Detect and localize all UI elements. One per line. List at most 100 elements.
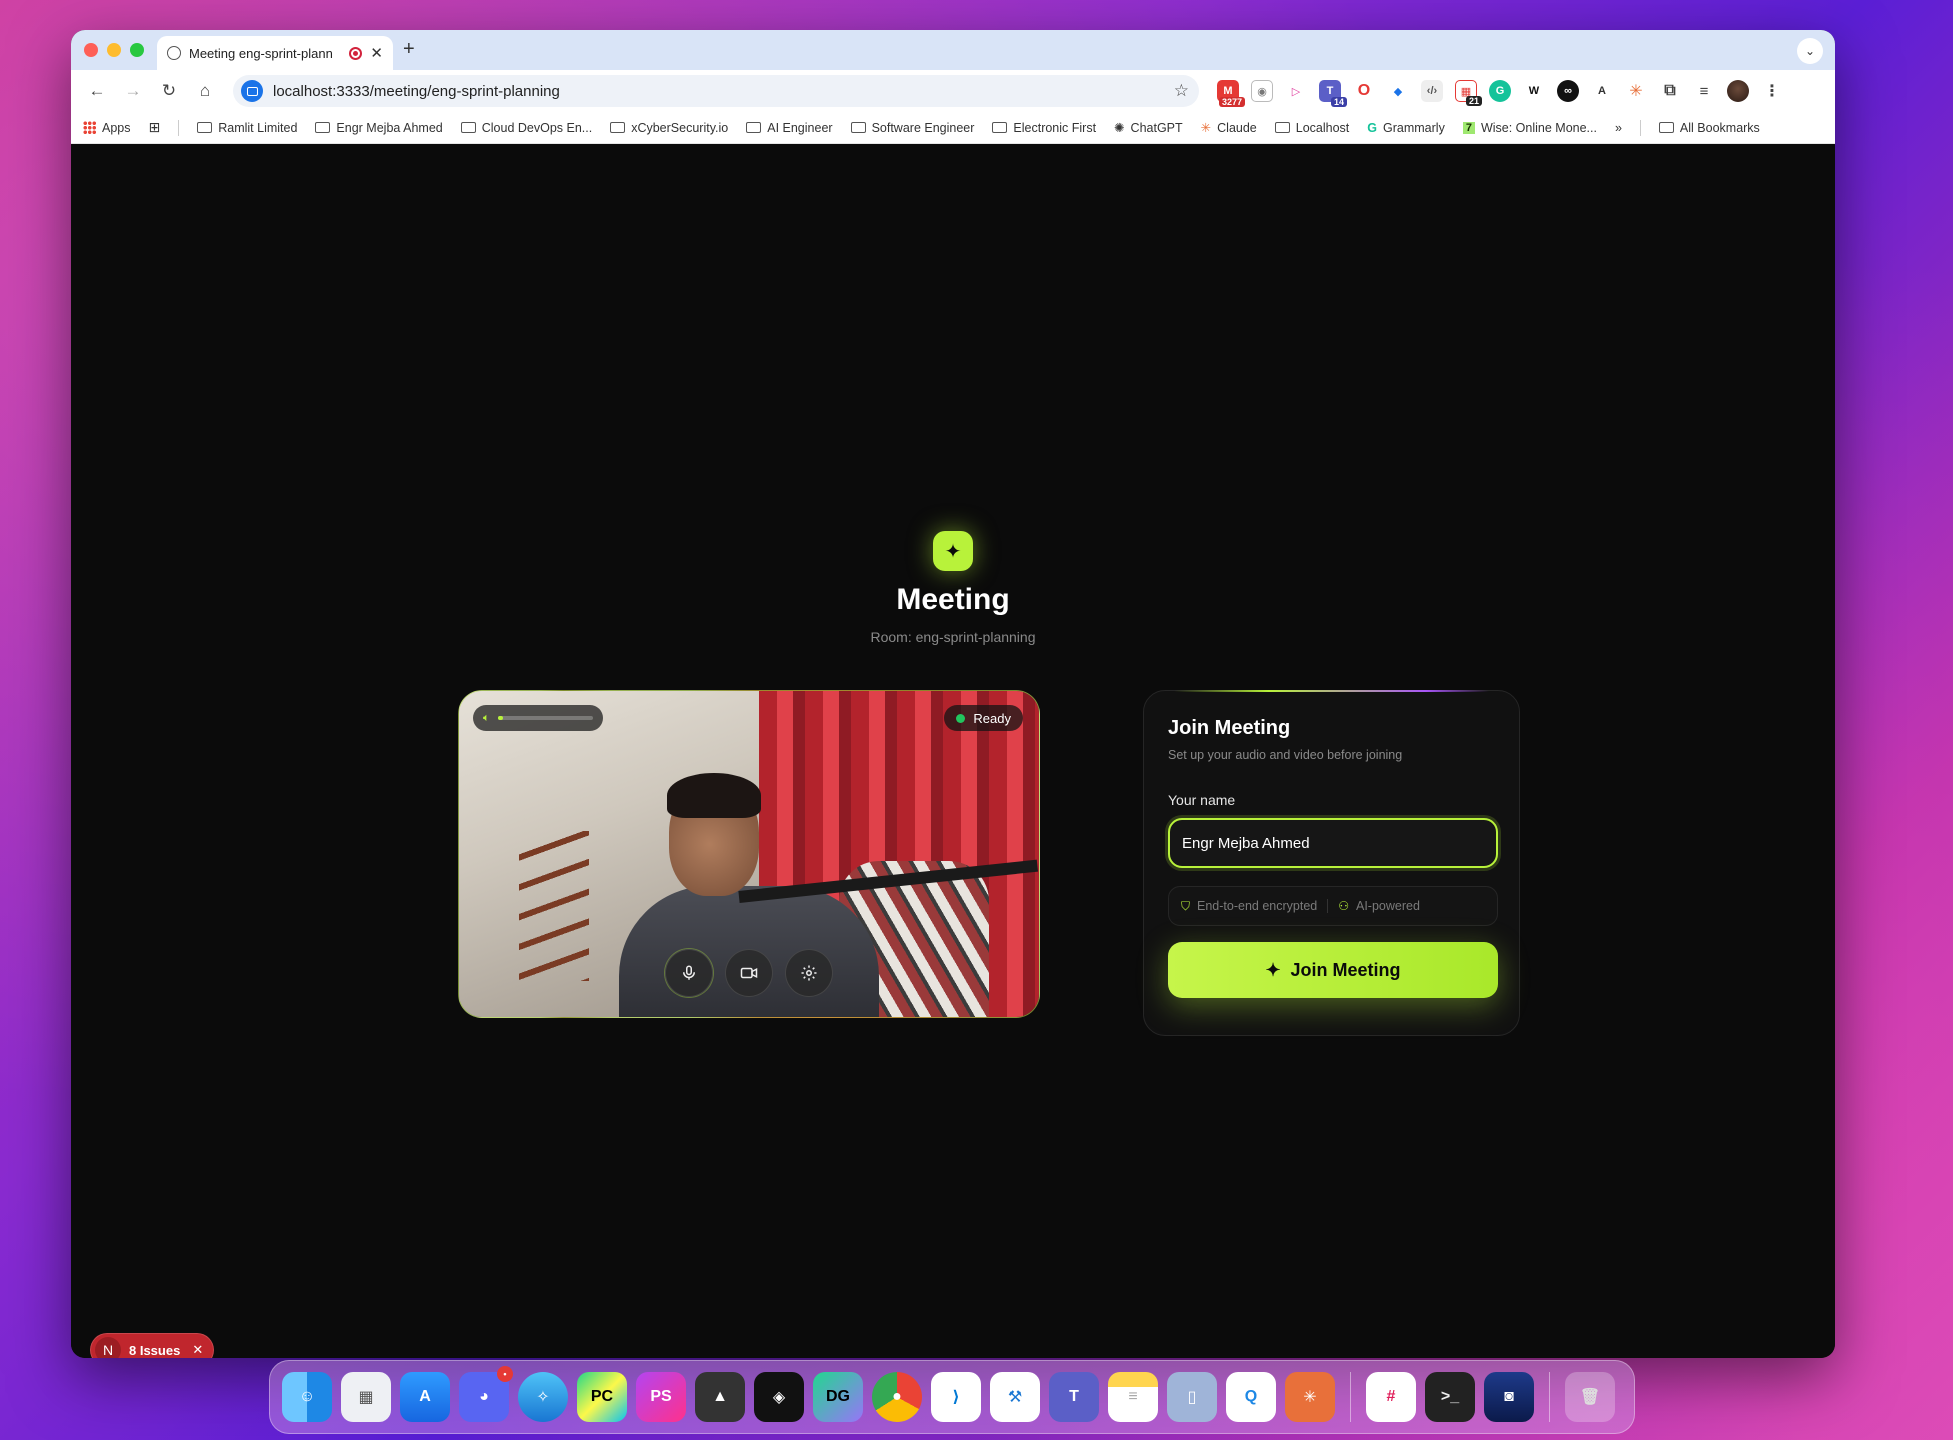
- finder-app-icon[interactable]: ☺: [282, 1372, 332, 1422]
- settings-button[interactable]: [785, 949, 833, 997]
- bookmark-folder[interactable]: Ramlit Limited: [197, 121, 297, 135]
- profile-avatar[interactable]: [1727, 80, 1749, 102]
- menu-kebab-icon[interactable]: ⋮: [1761, 80, 1783, 102]
- status-label: Ready: [973, 710, 1011, 726]
- trash-icon[interactable]: 🗑︎: [1565, 1372, 1615, 1422]
- claude-extension-icon[interactable]: ✳: [1625, 80, 1647, 102]
- tab-search-button[interactable]: ⌄: [1797, 38, 1823, 64]
- launchpad-app-icon[interactable]: ▦: [341, 1372, 391, 1422]
- macos-dock: ☺ ▦ A ◕ • ✧ PC PS ▲ ◈ DG ● ⟩ ⚒ T ≡ ▯ Q ✳ …: [269, 1360, 1635, 1434]
- tab-title: Meeting eng-sprint-plann: [189, 45, 333, 61]
- join-card-subtitle: Set up your audio and video before joini…: [1168, 748, 1403, 762]
- reload-button[interactable]: ↻: [153, 75, 185, 107]
- close-window-button[interactable]: [84, 43, 98, 57]
- camera-extension-icon[interactable]: ◉: [1251, 80, 1273, 102]
- folder-icon: [746, 122, 762, 133]
- room-name: Room: eng-sprint-planning: [870, 629, 1036, 645]
- bookmark-apps[interactable]: Apps: [83, 121, 131, 135]
- simulator-app-icon[interactable]: ▯: [1167, 1372, 1217, 1422]
- back-button[interactable]: ←: [81, 75, 113, 107]
- bookmark-wise[interactable]: 7 Wise: Online Mone...: [1462, 120, 1597, 135]
- proxyman-app-icon[interactable]: Q: [1226, 1372, 1276, 1422]
- bookmark-folder[interactable]: xCyberSecurity.io: [610, 121, 728, 135]
- bookmark-folder[interactable]: Localhost: [1274, 121, 1349, 135]
- dev-issues-badge[interactable]: N 8 Issues ✕: [90, 1333, 214, 1358]
- notes-app-icon[interactable]: ≡: [1108, 1372, 1158, 1422]
- discord-app-icon[interactable]: ◕ •: [459, 1366, 513, 1422]
- close-tab-icon[interactable]: ✕: [370, 44, 383, 62]
- zoom-window-button[interactable]: [130, 43, 144, 57]
- site-info-icon[interactable]: [241, 80, 263, 102]
- settings-icon: [801, 965, 817, 981]
- calendar-badge: 21: [1465, 96, 1482, 106]
- forward-button[interactable]: →: [117, 75, 149, 107]
- play-extension-icon[interactable]: ▷: [1285, 80, 1307, 102]
- pycharm-app-icon[interactable]: PC: [577, 1372, 627, 1422]
- phpstorm-app-icon[interactable]: PS: [636, 1372, 686, 1422]
- bookmark-star-icon[interactable]: ☆: [1174, 81, 1189, 101]
- app-store-app-icon[interactable]: A: [400, 1372, 450, 1422]
- chrome-app-icon[interactable]: ●: [872, 1372, 922, 1422]
- translate-extension-icon[interactable]: A: [1591, 80, 1613, 102]
- gmail-extension-icon[interactable]: M 3277: [1217, 80, 1245, 107]
- folder-icon: [460, 122, 476, 133]
- join-meeting-card: Join Meeting Set up your audio and video…: [1143, 690, 1520, 1036]
- teams-app-icon[interactable]: T: [1049, 1372, 1099, 1422]
- bookmark-folder[interactable]: AI Engineer: [746, 121, 833, 135]
- new-tab-button[interactable]: +: [403, 38, 415, 61]
- folder-icon: [1658, 122, 1674, 133]
- bookmark-claude[interactable]: ✳ Claude: [1201, 120, 1257, 136]
- bookmarks-bar: Apps ⊞ Ramlit Limited Engr Mejba Ahmed C…: [71, 112, 1835, 144]
- altair-app-icon[interactable]: ▲: [695, 1372, 745, 1422]
- notification-badge: •: [497, 1366, 513, 1382]
- bookmark-label: Apps: [102, 120, 131, 135]
- bookmark-folder[interactable]: Engr Mejba Ahmed: [315, 121, 443, 135]
- page-header: ✦ Meeting Room: eng-sprint-planning: [71, 531, 1835, 645]
- bookmark-folder[interactable]: Cloud DevOps En...: [460, 121, 592, 135]
- home-button[interactable]: ⌂: [189, 75, 221, 107]
- vscode-app-icon[interactable]: ⟩: [931, 1372, 981, 1422]
- safari-app-icon[interactable]: ✧: [518, 1372, 568, 1422]
- bookmark-label: Wise: Online Mone...: [1480, 120, 1597, 135]
- code-extension-icon[interactable]: ‹/›: [1421, 80, 1443, 102]
- status-badge: Ready: [944, 705, 1023, 731]
- slack-app-icon[interactable]: #: [1366, 1372, 1416, 1422]
- opera-extension-icon[interactable]: O: [1353, 80, 1375, 102]
- all-bookmarks[interactable]: All Bookmarks: [1658, 121, 1760, 135]
- mic-toggle-button[interactable]: [665, 949, 713, 997]
- instruments-app-icon[interactable]: ⚒: [990, 1372, 1040, 1422]
- join-meeting-button[interactable]: ✦ Join Meeting: [1168, 942, 1498, 998]
- camera-toggle-button[interactable]: [725, 949, 773, 997]
- page-title: Meeting: [896, 583, 1010, 616]
- bookmark-folder[interactable]: Electronic First: [992, 121, 1096, 135]
- link-extension-icon[interactable]: ∞: [1557, 80, 1579, 102]
- tag-extension-icon[interactable]: ◆: [1387, 80, 1409, 102]
- bookmark-chatgpt[interactable]: ✺ ChatGPT: [1114, 120, 1183, 136]
- feature-divider: [1327, 899, 1329, 913]
- unity-app-icon[interactable]: ◈: [754, 1372, 804, 1422]
- name-input[interactable]: [1168, 818, 1498, 868]
- teams-badge: 14: [1330, 97, 1347, 107]
- bookmark-grammarly[interactable]: G Grammarly: [1367, 121, 1445, 135]
- address-bar[interactable]: localhost:3333/meeting/eng-sprint-planni…: [233, 75, 1199, 107]
- datagrip-app-icon[interactable]: DG: [813, 1372, 863, 1422]
- close-icon[interactable]: ✕: [192, 1342, 203, 1358]
- grammarly-extension-icon[interactable]: G: [1489, 80, 1511, 102]
- more-bookmarks-button[interactable]: »: [1615, 121, 1622, 135]
- dock-divider: [1350, 1372, 1351, 1422]
- audio-level-track: [497, 716, 593, 720]
- reading-list-icon[interactable]: ≡: [1693, 80, 1715, 102]
- teams-extension-icon[interactable]: T 14: [1319, 80, 1347, 107]
- claude-app-icon[interactable]: ✳: [1285, 1372, 1335, 1422]
- helper-app-icon[interactable]: ◙: [1484, 1372, 1534, 1422]
- bookmark-folder[interactable]: Software Engineer: [850, 121, 974, 135]
- folder-icon: [197, 122, 213, 133]
- terminal-app-icon[interactable]: >_: [1425, 1372, 1475, 1422]
- minimize-window-button[interactable]: [107, 43, 121, 57]
- tab-meeting[interactable]: Meeting eng-sprint-plann ✕: [157, 36, 393, 70]
- tab-groups-button[interactable]: ⊞: [149, 119, 161, 136]
- extensions-puzzle-icon[interactable]: ⧉: [1659, 80, 1681, 102]
- wappalyzer-extension-icon[interactable]: W: [1523, 80, 1545, 102]
- calendar-extension-icon[interactable]: ▦ 21: [1455, 80, 1482, 106]
- grammarly-icon: G: [1367, 120, 1378, 135]
